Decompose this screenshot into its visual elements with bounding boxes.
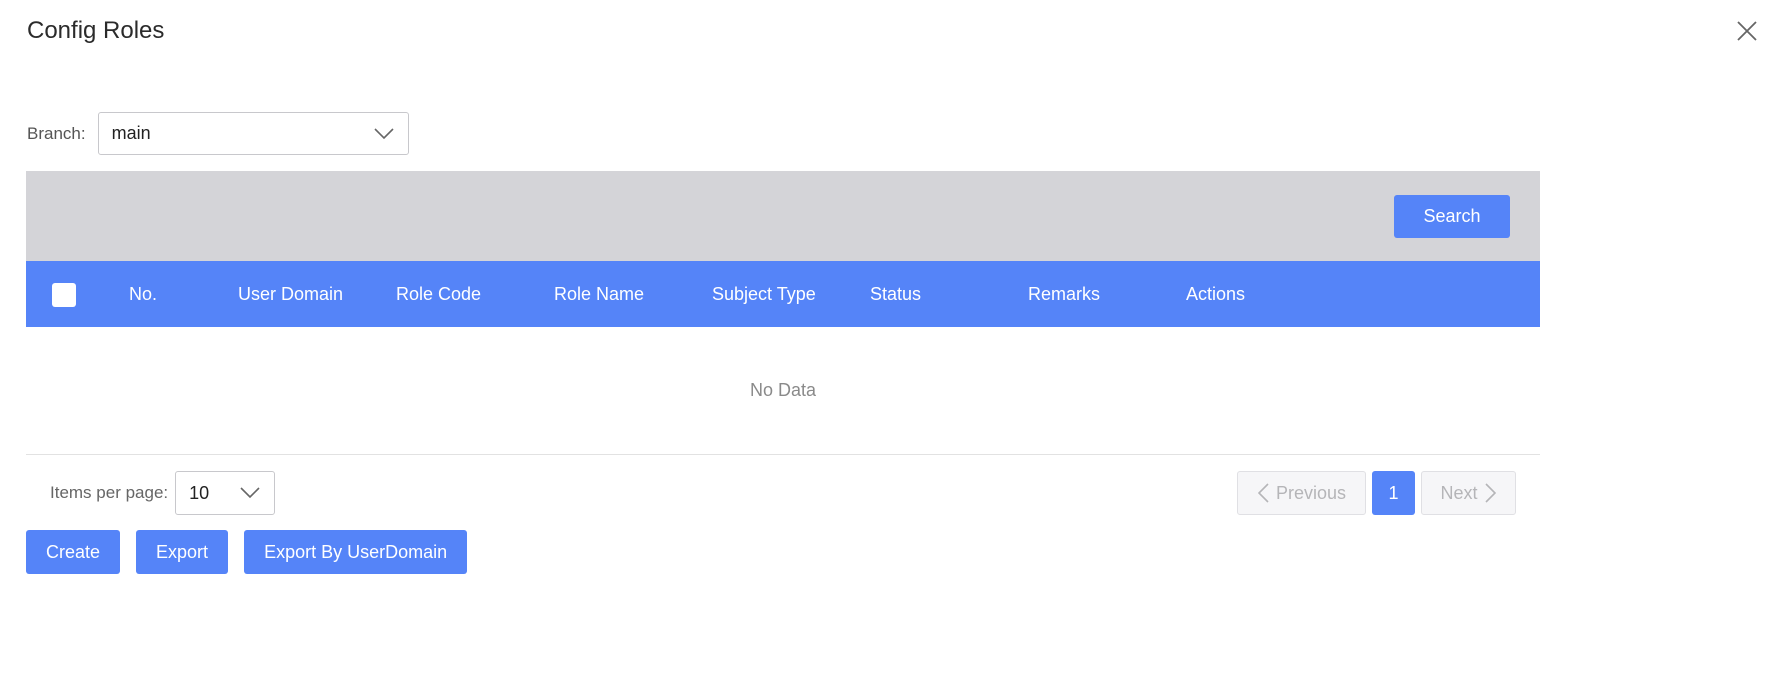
column-header-no[interactable]: No. xyxy=(129,261,157,327)
items-per-page-label: Items per page: xyxy=(50,483,169,502)
create-button[interactable]: Create xyxy=(26,530,121,574)
pagination: Previous 1 Next xyxy=(1237,471,1516,515)
chevron-down-icon xyxy=(374,127,394,140)
table-header: No. User Domain Role Code Role Name Subj… xyxy=(26,261,1540,327)
branch-label: Branch: xyxy=(27,123,86,143)
previous-label: Previous xyxy=(1275,482,1347,503)
chevron-left-icon xyxy=(1257,483,1269,503)
chevron-down-icon xyxy=(240,487,260,499)
page-size-select[interactable]: 10 xyxy=(175,471,276,515)
close-icon xyxy=(1737,21,1757,41)
column-header-status[interactable]: Status xyxy=(870,261,921,327)
column-header-subject-type[interactable]: Subject Type xyxy=(712,261,816,327)
dialog-title: Config Roles xyxy=(27,17,165,44)
next-label: Next xyxy=(1440,482,1478,503)
column-header-user-domain[interactable]: User Domain xyxy=(238,261,343,327)
previous-page-button[interactable]: Previous xyxy=(1237,471,1366,515)
column-header-role-name[interactable]: Role Name xyxy=(554,261,644,327)
empty-state: No Data xyxy=(26,327,1540,455)
export-by-userdomain-button[interactable]: Export By UserDomain xyxy=(244,530,468,574)
page-size-value: 10 xyxy=(189,482,210,503)
next-page-button[interactable]: Next xyxy=(1421,471,1516,515)
action-buttons: Create Export Export By UserDomain xyxy=(26,530,468,574)
search-button[interactable]: Search xyxy=(1394,195,1510,238)
close-button[interactable] xyxy=(1734,18,1760,44)
column-header-actions: Actions xyxy=(1186,283,1246,304)
branch-select-value: main xyxy=(111,123,151,143)
export-button[interactable]: Export xyxy=(136,530,229,574)
column-header-role-code[interactable]: Role Code xyxy=(396,261,481,327)
search-panel: Search xyxy=(26,171,1540,261)
select-all-checkbox[interactable] xyxy=(52,283,76,307)
page-size-control: Items per page: 10 xyxy=(50,471,276,515)
column-header-remarks[interactable]: Remarks xyxy=(1028,261,1100,327)
page-number-button[interactable]: 1 xyxy=(1372,471,1415,515)
branch-select[interactable]: main xyxy=(97,112,409,155)
chevron-right-icon xyxy=(1484,483,1496,503)
branch-row: Branch: main xyxy=(27,112,409,155)
